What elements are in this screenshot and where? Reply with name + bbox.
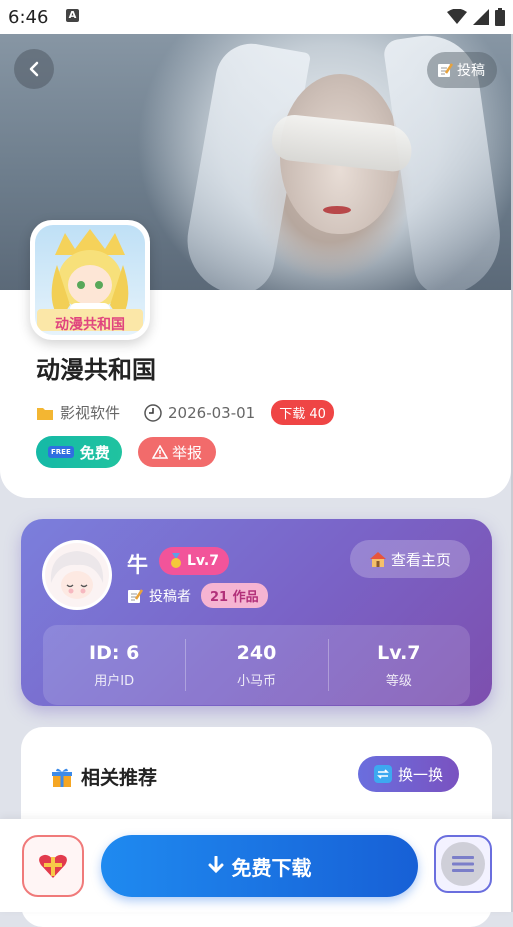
app-category: 影视软件 bbox=[60, 404, 121, 422]
author-name: 牛 bbox=[127, 553, 148, 577]
author-role-row: 投稿者 21 作品 bbox=[127, 583, 268, 608]
free-label: 免费 bbox=[79, 443, 110, 462]
author-level-badge: Lv.7 bbox=[159, 547, 229, 575]
stat-value: ID: 6 bbox=[89, 641, 140, 664]
app-name: 动漫共和国 bbox=[36, 356, 156, 384]
back-button[interactable] bbox=[14, 49, 54, 89]
stat-label: 等级 bbox=[385, 673, 412, 689]
medal-icon bbox=[171, 553, 181, 568]
avatar[interactable] bbox=[42, 540, 112, 610]
author-role: 投稿者 bbox=[149, 588, 191, 605]
heart-gift-icon bbox=[39, 854, 67, 878]
hero-art-lips bbox=[323, 206, 351, 214]
menu-icon bbox=[441, 842, 485, 886]
app-date: 2026-03-01 bbox=[168, 403, 256, 422]
report-label: 举报 bbox=[172, 443, 203, 462]
stat-value: Lv.7 bbox=[377, 641, 421, 664]
clock-icon bbox=[144, 403, 162, 422]
swap-button[interactable]: 换一换 bbox=[358, 756, 460, 792]
stat-user-id: ID: 6 用户ID bbox=[43, 625, 185, 705]
app-icon-text: 动漫共和国 bbox=[55, 317, 125, 333]
notification-icon: A bbox=[66, 9, 79, 22]
stat-level: Lv.7 等级 bbox=[327, 625, 470, 705]
memo-icon bbox=[438, 63, 453, 77]
refresh-icon bbox=[374, 765, 392, 783]
stat-label: 用户ID bbox=[94, 673, 135, 689]
download-label: 免费下载 bbox=[231, 855, 312, 880]
download-count-badge: 下载 40 bbox=[271, 400, 334, 425]
stat-coins: 240 小马币 bbox=[185, 625, 327, 705]
author-stats: ID: 6 用户ID 240 小马币 Lv.7 等级 bbox=[43, 625, 470, 705]
view-homepage-button[interactable]: 查看主页 bbox=[350, 540, 470, 578]
warning-icon bbox=[152, 445, 168, 459]
report-button[interactable]: 举报 bbox=[138, 437, 217, 467]
free-tag: FREE 免费 bbox=[36, 436, 122, 468]
download-icon bbox=[208, 856, 223, 874]
memo-icon bbox=[128, 588, 143, 603]
favorite-button[interactable] bbox=[22, 835, 84, 897]
chevron-left-icon bbox=[29, 61, 39, 77]
download-button[interactable]: 免费下载 bbox=[101, 835, 418, 897]
bottom-action-bar: 免费下载 bbox=[0, 819, 511, 912]
folder-icon bbox=[37, 407, 53, 420]
submit-button[interactable]: 投稿 bbox=[427, 52, 497, 88]
related-title: 相关推荐 bbox=[51, 763, 157, 790]
battery-icon bbox=[495, 8, 505, 26]
status-time: 6:46 bbox=[8, 7, 49, 28]
wifi-icon bbox=[447, 9, 467, 24]
view-homepage-label: 查看主页 bbox=[390, 550, 451, 569]
related-title-label: 相关推荐 bbox=[81, 767, 158, 789]
swap-label: 换一换 bbox=[398, 765, 444, 784]
gift-icon bbox=[52, 768, 72, 787]
menu-button[interactable] bbox=[434, 835, 492, 893]
author-card: 牛 Lv.7 投稿者 21 作品 查看主页 ID: 6 用户ID 240 小马币… bbox=[21, 519, 492, 706]
author-level: Lv.7 bbox=[187, 553, 219, 569]
stat-value: 240 bbox=[236, 641, 277, 664]
app-icon-art: 动漫共和国 bbox=[35, 225, 145, 335]
works-count-badge: 21 作品 bbox=[201, 583, 268, 608]
avatar-illustration bbox=[45, 543, 109, 607]
house-icon bbox=[369, 552, 386, 567]
app-icon: 动漫共和国 bbox=[30, 220, 150, 340]
status-bar: 6:46 A bbox=[0, 0, 513, 34]
system-icons bbox=[447, 8, 505, 26]
submit-label: 投稿 bbox=[457, 63, 485, 79]
free-icon: FREE bbox=[48, 446, 74, 458]
list-icon bbox=[452, 856, 474, 872]
stat-label: 小马币 bbox=[236, 673, 276, 689]
signal-icon bbox=[473, 9, 489, 25]
app-meta: 影视软件 2026-03-01 下载 40 bbox=[36, 400, 334, 425]
